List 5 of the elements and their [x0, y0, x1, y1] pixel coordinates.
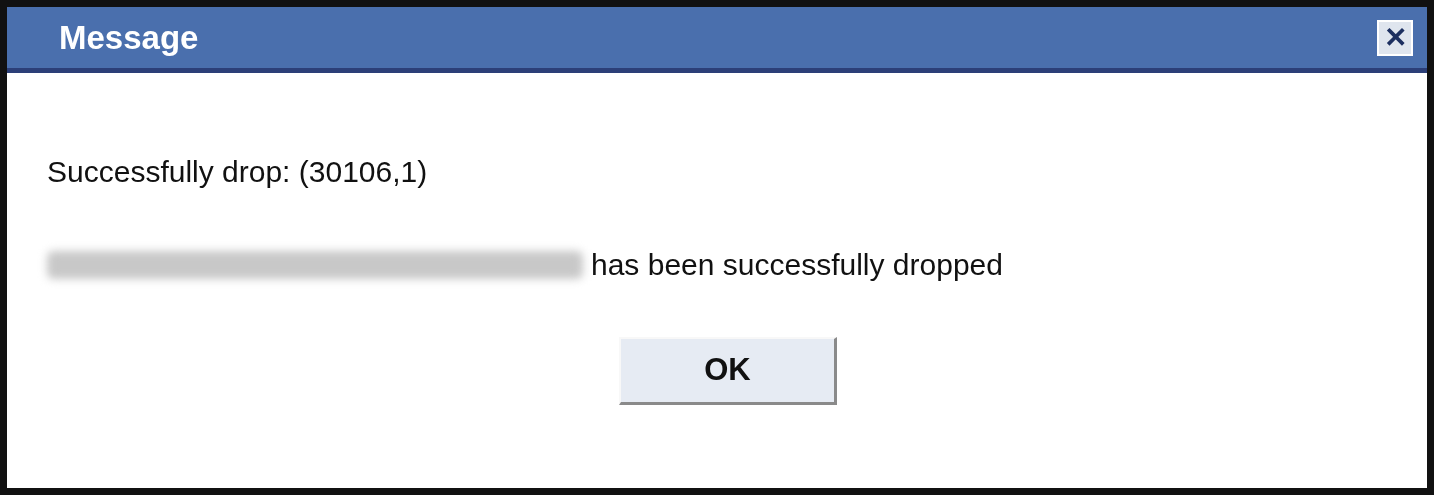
close-button[interactable]: ✕	[1377, 19, 1413, 56]
ok-button[interactable]: OK	[619, 337, 837, 405]
message-text: has been successfully dropped	[591, 247, 1003, 283]
message-text: Successfully drop: (30106,1)	[47, 154, 428, 190]
window-title: Message	[59, 17, 199, 58]
